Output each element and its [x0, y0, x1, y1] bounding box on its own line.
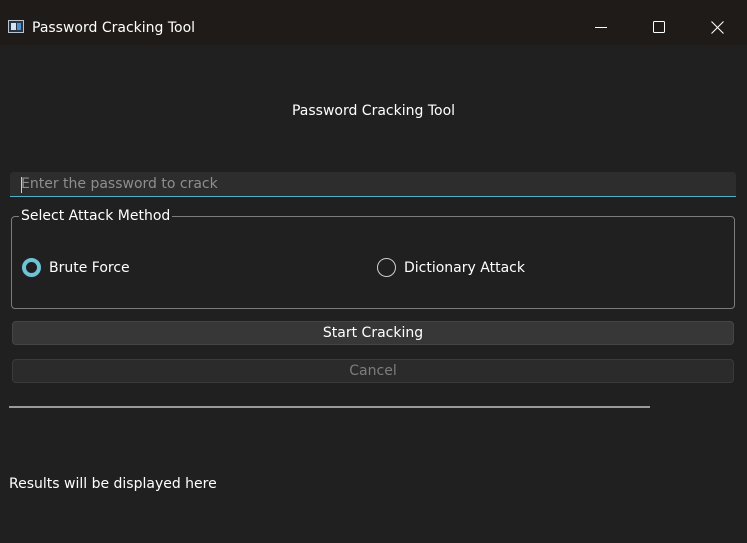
page-title: Password Cracking Tool	[291, 103, 456, 119]
minimize-button[interactable]	[578, 10, 624, 44]
window-title: Password Cracking Tool	[32, 20, 196, 36]
progress-bar	[9, 406, 650, 408]
close-button[interactable]	[694, 10, 740, 44]
dictionary-attack-radio[interactable]	[377, 258, 396, 277]
attack-method-title: Select Attack Method	[19, 207, 173, 225]
app-window-icon	[8, 20, 24, 33]
minimize-icon	[595, 27, 607, 28]
title-bar[interactable]: Password Cracking Tool	[0, 0, 747, 45]
close-icon	[710, 20, 724, 34]
password-input[interactable]	[10, 172, 736, 197]
brute-force-radio[interactable]	[22, 258, 41, 277]
maximize-icon	[653, 21, 665, 33]
start-cracking-button[interactable]: Start Cracking	[12, 321, 734, 345]
app-window: Password Cracking Tool Password Cracking…	[0, 0, 747, 543]
dictionary-attack-label[interactable]: Dictionary Attack	[404, 259, 525, 277]
cancel-button[interactable]: Cancel	[12, 359, 734, 383]
brute-force-label[interactable]: Brute Force	[49, 259, 130, 277]
results-label: Results will be displayed here	[9, 476, 217, 492]
maximize-button[interactable]	[636, 10, 682, 44]
text-caret	[21, 177, 22, 193]
